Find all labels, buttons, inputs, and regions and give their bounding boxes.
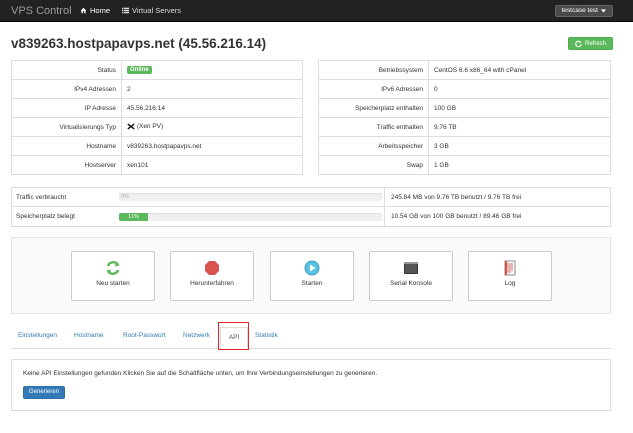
generate-button[interactable]: Generieren — [23, 386, 66, 399]
shutdown-label: Herunterfahren — [190, 280, 234, 287]
table-row: IPv4 Adressen 2 — [11, 79, 303, 99]
page-title: v839263.hostpapavps.net (45.56.216.14) — [11, 36, 267, 51]
hostname-key: Hostname — [11, 136, 122, 156]
restart-button[interactable]: Neu starten — [71, 251, 155, 301]
table-row: Hostname v839263.hostpapavps.net — [11, 136, 303, 156]
restart-icon — [106, 261, 120, 275]
storage-progress-bar: 11% — [119, 212, 382, 221]
hostserver-value: xen101 — [121, 155, 303, 175]
list-icon — [122, 7, 129, 14]
ip-key: IP Adresse — [11, 98, 122, 118]
refresh-button[interactable]: Refresh — [567, 37, 613, 50]
storage-value: 100 GB — [428, 98, 611, 118]
serial-console-label: Serial Konsole — [390, 280, 432, 287]
traffic-progress-bar: 0% — [119, 193, 382, 201]
ipv6-key: IPv6 Adressen — [318, 79, 429, 99]
xen-logo-icon — [127, 123, 135, 130]
ip-value: 45.56.216.14 — [121, 98, 303, 118]
server-info-table-left: Status Online IPv4 Adressen 2 IP Adresse… — [11, 60, 303, 175]
restart-label: Neu starten — [96, 280, 130, 287]
table-row: Betriebssystem CentOS 6.6 x86_64 with cP… — [318, 60, 611, 80]
table-row: Traffic enthalten 9.76 TB — [318, 117, 611, 137]
play-icon — [304, 260, 320, 276]
status-key: Status — [11, 60, 122, 80]
virt-value: (Xen PV) — [136, 123, 164, 131]
user-dropdown-label: testcase test — [561, 7, 599, 14]
tab-hostname[interactable]: Hostname — [74, 332, 104, 339]
hostname-value: v839263.hostpapavps.net — [121, 136, 303, 156]
traffic-value: 9.76 TB — [428, 117, 611, 137]
traffic-key: Traffic enthalten — [318, 117, 429, 137]
os-key: Betriebssystem — [318, 60, 429, 80]
traffic-usage-label: Traffic verbraucht — [16, 193, 67, 201]
tab-settings[interactable]: Einstellungen — [18, 332, 57, 339]
storage-key: Speicherplatz enthalten — [318, 98, 429, 118]
table-row: Swap 1 GB — [318, 155, 611, 175]
table-row: Hostserver xen101 — [11, 155, 303, 175]
table-row: Arbeitsspeicher 3 GB — [318, 136, 611, 156]
tab-network[interactable]: Netzwerk — [183, 332, 210, 339]
storage-usage-text: 10.54 GB von 100 GB benutzt / 89.46 GB f… — [384, 207, 521, 226]
stop-icon — [205, 261, 219, 275]
nav-virtual-servers-label: Virtual Servers — [132, 6, 182, 15]
start-button[interactable]: Starten — [270, 251, 354, 301]
log-button[interactable]: Log — [468, 251, 552, 301]
api-message: Keine API Einstellungen gefunden Klicken… — [23, 370, 378, 377]
ipv4-value: 2 — [121, 79, 303, 99]
api-tab-highlight — [218, 322, 249, 350]
storage-usage-row: Speicherplatz belegt 11% 10.54 GB von 10… — [12, 207, 610, 226]
nav-home-label: Home — [90, 6, 111, 15]
nav-virtual-servers[interactable]: Virtual Servers — [122, 6, 181, 15]
start-label: Starten — [301, 280, 323, 287]
swap-value: 1 GB — [428, 155, 611, 175]
log-label: Log — [504, 280, 516, 287]
user-dropdown[interactable]: testcase test — [554, 5, 613, 17]
ram-key: Arbeitsspeicher — [318, 136, 429, 156]
traffic-usage-text: 245.84 MB von 9.76 TB benutzt / 9.76 TB … — [384, 187, 521, 207]
tab-root-password[interactable]: Root-Passwort — [123, 332, 166, 339]
table-row: Virtualisierungs Typ (Xen PV) — [11, 117, 303, 137]
settings-tabs: Einstellungen Hostname Root-Passwort Net… — [11, 327, 611, 349]
usage-table: Traffic verbraucht 0% 245.84 MB von 9.76… — [11, 187, 611, 227]
swap-key: Swap — [318, 155, 429, 175]
table-row: Speicherplatz enthalten 100 GB — [318, 98, 611, 118]
storage-usage-label: Speicherplatz belegt — [16, 213, 75, 220]
brand-logo[interactable]: VPS Control — [11, 5, 72, 17]
traffic-usage-row: Traffic verbraucht 0% 245.84 MB von 9.76… — [12, 187, 610, 207]
os-value: CentOS 6.6 x86_64 with cPanel — [428, 60, 611, 80]
api-panel: Keine API Einstellungen gefunden Klicken… — [11, 359, 611, 411]
traffic-progress-fill: 0% — [121, 194, 129, 200]
hostserver-key: Hostserver — [11, 155, 122, 175]
storage-progress-fill: 11% — [119, 212, 148, 221]
virt-key: Virtualisierungs Typ — [11, 117, 122, 137]
actions-panel: Neu starten Herunterfahren Starten Seria… — [11, 237, 611, 314]
refresh-icon — [575, 40, 582, 47]
tab-statistics[interactable]: Statistik — [255, 332, 278, 339]
table-row: Status Online — [11, 60, 303, 80]
refresh-label: Refresh — [584, 40, 606, 47]
top-navbar: VPS Control Home Virtual Servers testcas… — [0, 0, 633, 22]
home-icon — [80, 7, 87, 14]
table-row: IP Adresse 45.56.216.14 — [11, 98, 303, 118]
caret-down-icon — [601, 9, 606, 13]
ipv4-key: IPv4 Adressen — [11, 79, 122, 99]
shutdown-button[interactable]: Herunterfahren — [170, 251, 254, 301]
log-icon — [504, 260, 516, 276]
serial-console-button[interactable]: Serial Konsole — [369, 251, 453, 301]
terminal-icon — [404, 262, 418, 274]
table-row: IPv6 Adressen 0 — [318, 79, 611, 99]
status-badge: Online — [127, 66, 152, 74]
ram-value: 3 GB — [428, 136, 611, 156]
nav-home[interactable]: Home — [80, 6, 110, 15]
ipv6-value: 0 — [428, 79, 611, 99]
server-info-table-right: Betriebssystem CentOS 6.6 x86_64 with cP… — [318, 60, 611, 175]
